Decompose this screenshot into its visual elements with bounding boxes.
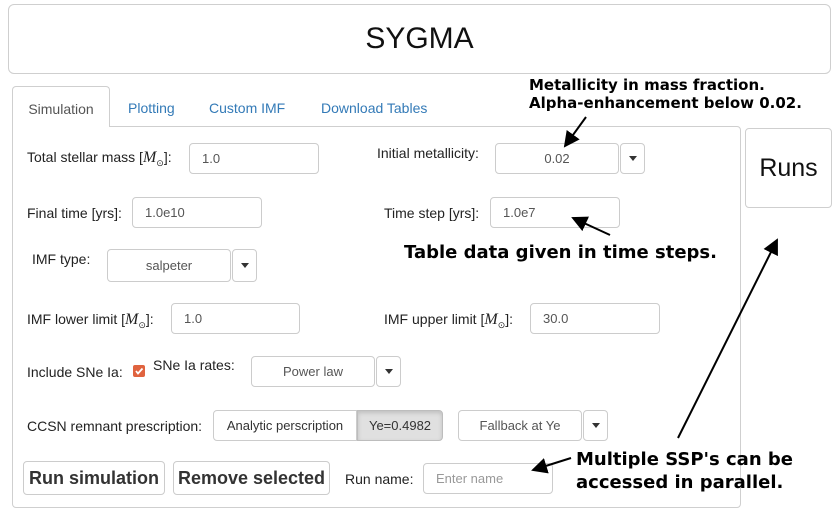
run-name-arrow bbox=[531, 457, 572, 474]
tab-simulation[interactable]: Simulation bbox=[12, 86, 110, 127]
metallicity-arrow bbox=[563, 116, 587, 148]
runs-arrow bbox=[677, 238, 778, 439]
annotation-arrows bbox=[531, 116, 778, 474]
time-step-arrow bbox=[571, 216, 611, 236]
